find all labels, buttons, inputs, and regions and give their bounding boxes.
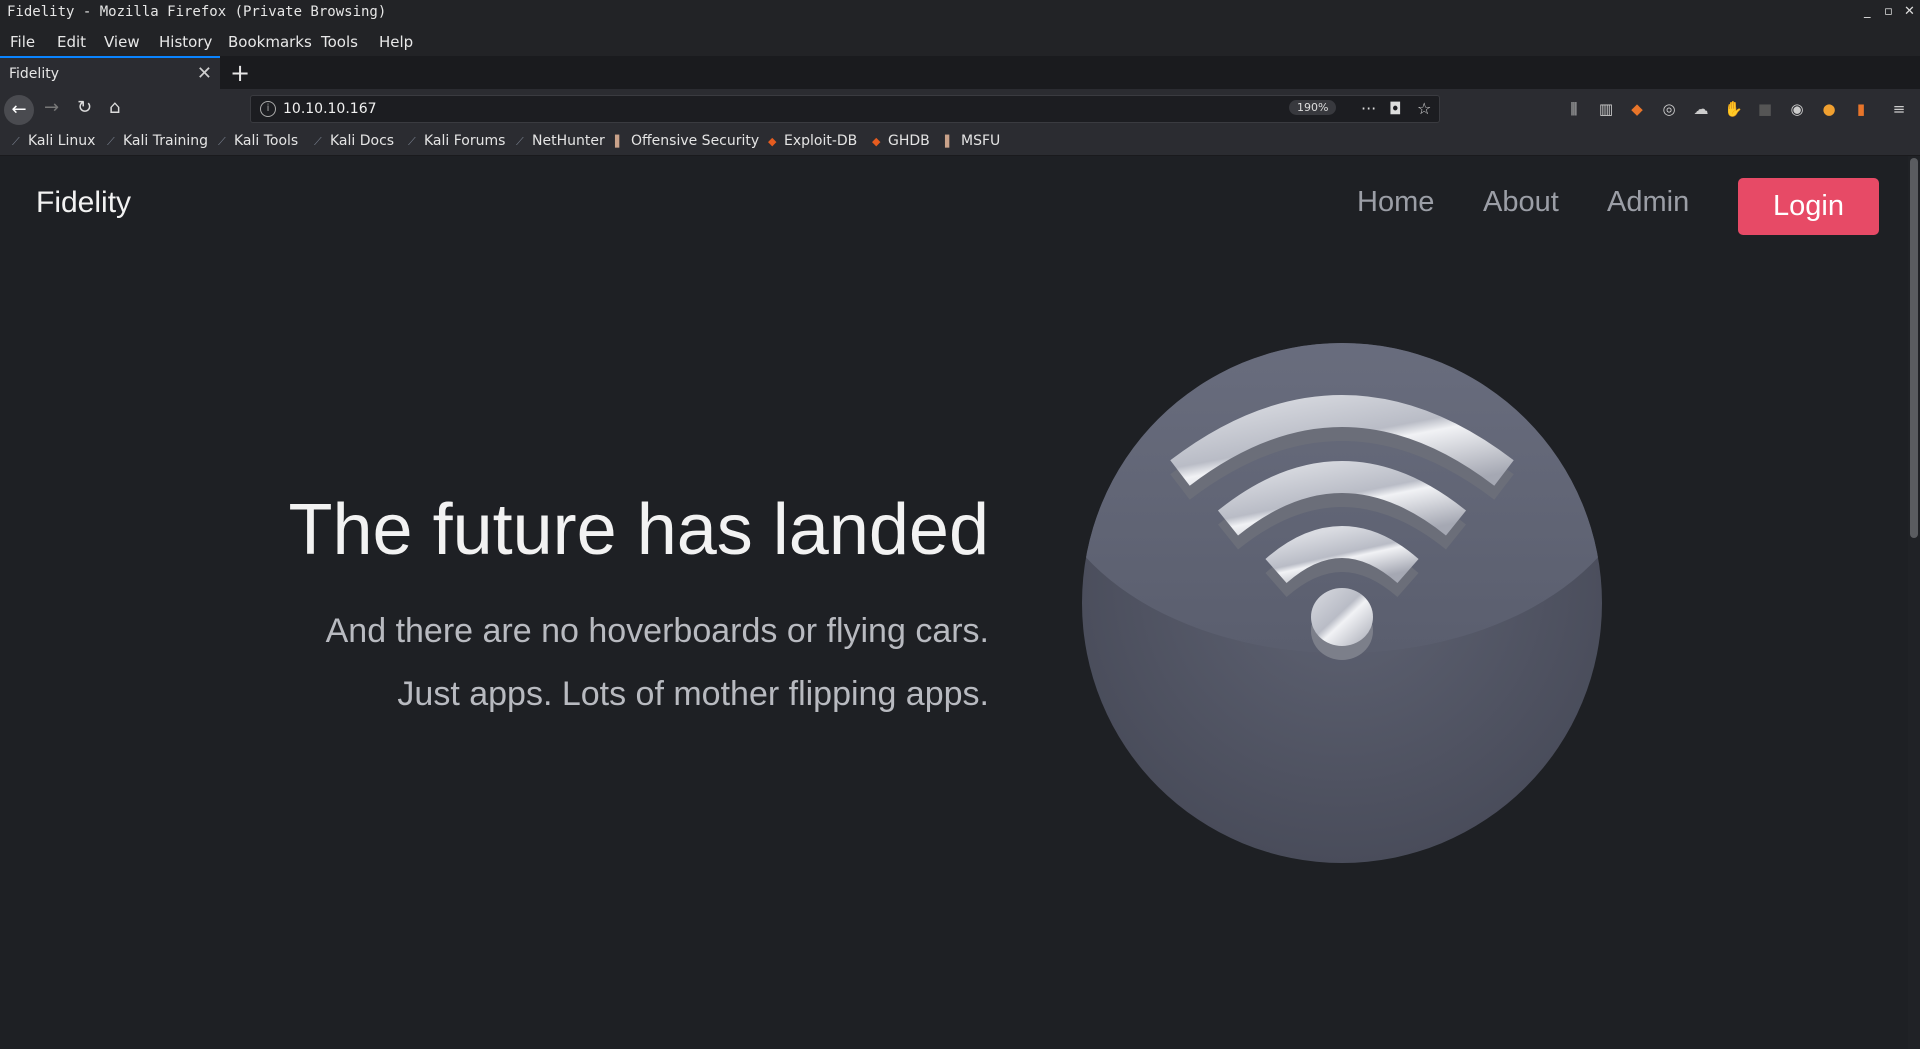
kali-dragon-icon: ⟋ bbox=[314, 135, 322, 148]
bookmark-label: MSFU bbox=[961, 133, 1001, 149]
tab-strip: Fidelity ✕ + bbox=[0, 56, 1920, 89]
extension-trash-icon[interactable]: ▮ bbox=[1852, 100, 1870, 118]
bookmark-offensive-security[interactable]: ▌ Offensive Security bbox=[615, 133, 759, 149]
hero-subtitle-line-1: And there are no hoverboards or flying c… bbox=[325, 612, 989, 650]
url-text[interactable]: 10.10.10.167 bbox=[283, 101, 377, 117]
login-button[interactable]: Login bbox=[1738, 178, 1879, 235]
extension-cloud-icon[interactable]: ☁ bbox=[1692, 100, 1710, 118]
site-info-icon[interactable]: i bbox=[260, 101, 276, 117]
bookmark-kali-training[interactable]: ⟋ Kali Training bbox=[107, 133, 208, 149]
foxyproxy-icon[interactable]: ◆ bbox=[1628, 100, 1646, 118]
url-bar[interactable]: i 10.10.10.167 190% ··· ◘ ☆ bbox=[250, 95, 1440, 123]
bookmark-exploit-db[interactable]: ◆ Exploit-DB bbox=[768, 133, 857, 149]
extension-disabled-icon[interactable]: ■ bbox=[1756, 100, 1774, 118]
menu-history[interactable]: History bbox=[159, 33, 212, 51]
library-icon[interactable]: ⫼ bbox=[1565, 100, 1583, 118]
bookmark-label: Kali Forums bbox=[424, 133, 506, 149]
zoom-level-badge[interactable]: 190% bbox=[1289, 100, 1337, 115]
wifi-globe-illustration bbox=[1082, 343, 1602, 863]
kali-dragon-icon: ⟋ bbox=[107, 135, 115, 148]
maximize-button[interactable]: ▫ bbox=[1884, 4, 1893, 19]
bookmark-kali-linux[interactable]: ⟋ Kali Linux bbox=[12, 133, 95, 149]
hero-subtitle-line-2: Just apps. Lots of mother flipping apps. bbox=[397, 675, 989, 713]
page-scrollbar[interactable] bbox=[1908, 156, 1920, 1049]
nav-home-link[interactable]: Home bbox=[1357, 186, 1434, 219]
exploitdb-icon: ◆ bbox=[768, 135, 777, 148]
bookmark-kali-forums[interactable]: ⟋ Kali Forums bbox=[408, 133, 505, 149]
nav-about-link[interactable]: About bbox=[1483, 186, 1559, 219]
tab-label: Fidelity bbox=[9, 66, 59, 82]
exploitdb-icon: ◆ bbox=[872, 135, 881, 148]
hero-headline: The future has landed bbox=[288, 490, 990, 570]
offsec-icon: ▌ bbox=[615, 135, 624, 148]
extension-cookie-editor-icon[interactable]: ● bbox=[1820, 100, 1838, 118]
bookmark-kali-tools[interactable]: ⟋ Kali Tools bbox=[218, 133, 298, 149]
window-title: Fidelity - Mozilla Firefox (Private Brow… bbox=[7, 4, 387, 20]
tab-fidelity[interactable]: Fidelity ✕ bbox=[0, 56, 220, 89]
minimize-button[interactable]: _ bbox=[1864, 4, 1871, 19]
bookmark-label: NetHunter bbox=[532, 133, 605, 149]
scrollbar-thumb[interactable] bbox=[1910, 158, 1918, 538]
menu-bar: File Edit View History Bookmarks Tools H… bbox=[0, 26, 1920, 56]
bookmark-label: Exploit-DB bbox=[784, 133, 858, 149]
kali-dragon-icon: ⟋ bbox=[12, 135, 20, 148]
bookmark-msfu[interactable]: ▌ MSFU bbox=[945, 133, 1000, 149]
new-tab-button[interactable]: + bbox=[230, 59, 250, 87]
kali-dragon-icon: ⟋ bbox=[218, 135, 226, 148]
extension-hand-icon[interactable]: ✋ bbox=[1724, 100, 1743, 118]
home-button[interactable]: ⌂ bbox=[109, 97, 120, 118]
page-content: Fidelity Home About Admin Login The futu… bbox=[0, 156, 1908, 1049]
offsec-icon: ▌ bbox=[945, 135, 954, 148]
bookmark-label: Kali Tools bbox=[234, 133, 299, 149]
sidebar-icon[interactable]: ▥ bbox=[1597, 100, 1615, 118]
menu-file[interactable]: File bbox=[10, 33, 35, 51]
kali-dragon-icon: ⟋ bbox=[516, 135, 524, 148]
bookmark-ghdb[interactable]: ◆ GHDB bbox=[872, 133, 930, 149]
site-brand[interactable]: Fidelity bbox=[36, 186, 131, 220]
reload-button[interactable]: ↻ bbox=[77, 97, 92, 118]
bookmark-kali-docs[interactable]: ⟋ Kali Docs bbox=[314, 133, 394, 149]
menu-help[interactable]: Help bbox=[379, 33, 413, 51]
bookmark-label: Kali Docs bbox=[330, 133, 395, 149]
nav-admin-link[interactable]: Admin bbox=[1607, 186, 1689, 219]
menu-view[interactable]: View bbox=[104, 33, 140, 51]
window-titlebar: Fidelity - Mozilla Firefox (Private Brow… bbox=[0, 0, 1920, 27]
bookmarks-toolbar: ⟋ Kali Linux ⟋ Kali Training ⟋ Kali Tools ⟋… bbox=[0, 129, 1920, 156]
close-window-button[interactable]: ✕ bbox=[1904, 4, 1915, 19]
pocket-icon[interactable]: ◘ bbox=[1389, 99, 1402, 118]
forward-button[interactable]: → bbox=[44, 97, 59, 118]
account-icon[interactable]: ◉ bbox=[1788, 100, 1806, 118]
menu-bookmarks[interactable]: Bookmarks bbox=[228, 33, 312, 51]
bookmark-label: Offensive Security bbox=[631, 133, 760, 149]
bookmark-label: Kali Linux bbox=[28, 133, 96, 149]
kali-dragon-icon: ⟋ bbox=[408, 135, 416, 148]
back-button[interactable]: ← bbox=[4, 95, 34, 125]
bookmark-label: Kali Training bbox=[123, 133, 208, 149]
menu-tools[interactable]: Tools bbox=[321, 33, 358, 51]
page-actions-icon[interactable]: ··· bbox=[1361, 99, 1376, 118]
bookmark-star-icon[interactable]: ☆ bbox=[1417, 99, 1431, 118]
hamburger-menu-icon[interactable]: ≡ bbox=[1890, 100, 1908, 118]
bookmark-nethunter[interactable]: ⟋ NetHunter bbox=[516, 133, 605, 149]
tab-close-icon[interactable]: ✕ bbox=[197, 63, 212, 84]
extension-cookie-icon[interactable]: ◎ bbox=[1660, 100, 1678, 118]
bookmark-label: GHDB bbox=[888, 133, 930, 149]
menu-edit[interactable]: Edit bbox=[57, 33, 86, 51]
navigation-toolbar: ← → ↻ ⌂ i 10.10.10.167 190% ··· ◘ ☆ ⫼ ▥ … bbox=[0, 89, 1920, 129]
